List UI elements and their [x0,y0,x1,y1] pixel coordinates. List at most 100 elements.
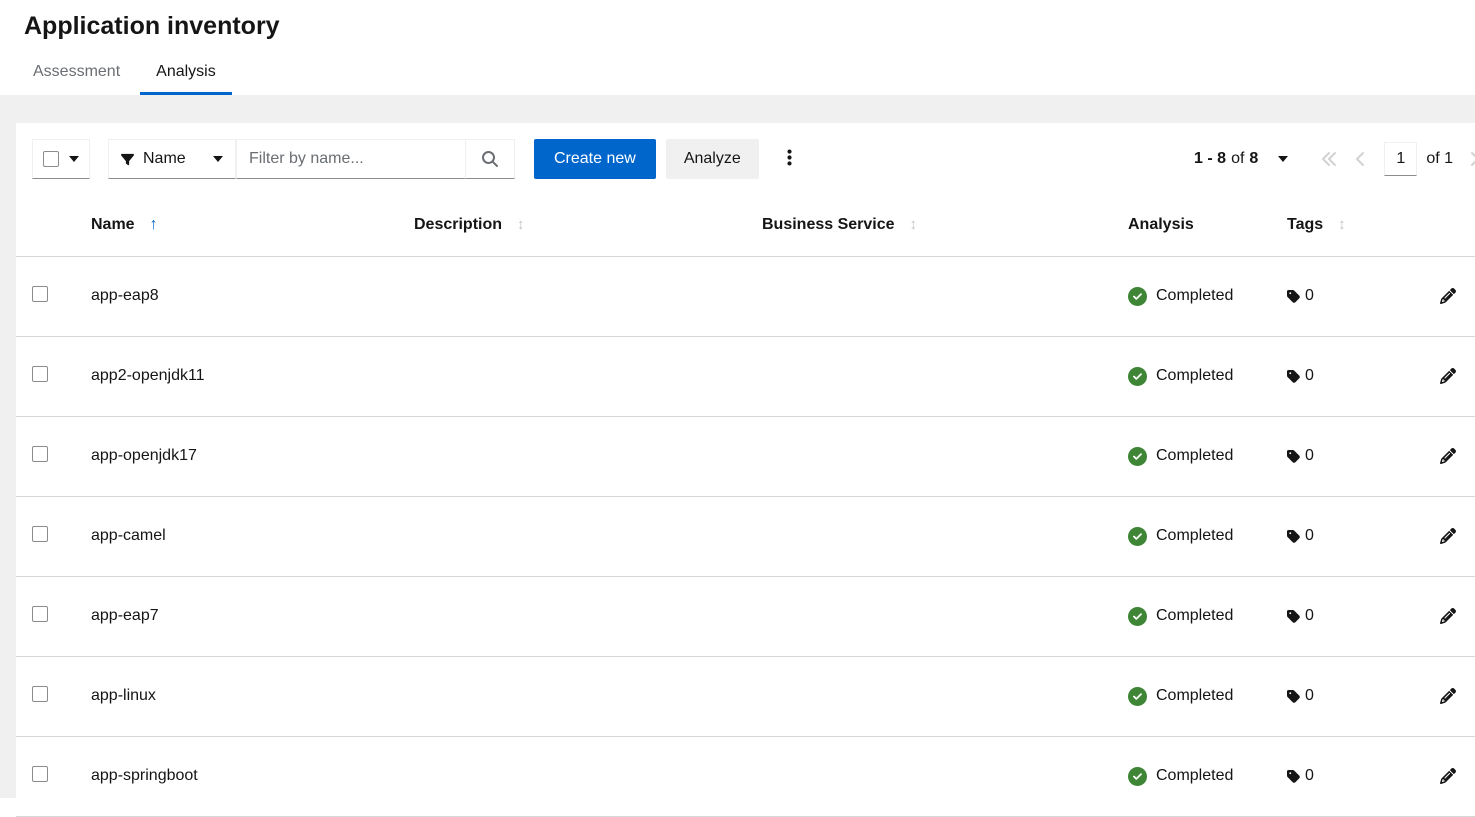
row-checkbox[interactable] [32,606,48,622]
column-header-name[interactable]: Name↑ [75,195,398,256]
application-business-service [746,576,1112,656]
edit-button[interactable] [1436,684,1460,708]
analysis-status-label: Completed [1156,767,1233,785]
edit-button[interactable] [1436,284,1460,308]
sortable-icon: ↕ [1338,216,1346,233]
previous-page-button[interactable] [1346,143,1374,175]
tab-analysis[interactable]: Analysis [140,53,232,95]
pagination-total: 8 [1249,150,1258,168]
row-select-cell [16,416,75,496]
edit-button[interactable] [1436,764,1460,788]
actions-cell [1420,416,1475,496]
application-description [398,656,746,736]
table-body: app-eap8 Completed 0 [16,256,1475,816]
row-checkbox[interactable] [32,286,48,302]
actions-column-header [1420,195,1475,256]
pencil-icon [1440,608,1456,624]
filter-icon [121,153,134,166]
table-row: app-openjdk17 Completed 0 [16,416,1475,496]
row-select-cell [16,656,75,736]
row-checkbox[interactable] [32,446,48,462]
next-page-button[interactable] [1461,143,1475,175]
applications-table: Name↑ Description↕ Business Service↕ Ana… [16,195,1475,817]
check-circle-icon [1128,527,1147,546]
tag-icon [1287,449,1302,464]
row-select-cell [16,576,75,656]
pencil-icon [1440,368,1456,384]
table-row: app-camel Completed 0 [16,496,1475,576]
row-checkbox[interactable] [32,366,48,382]
table-row: app-springboot Completed 0 [16,736,1475,816]
application-business-service [746,736,1112,816]
analyze-button[interactable]: Analyze [666,139,759,179]
application-business-service [746,656,1112,736]
actions-cell [1420,256,1475,336]
check-circle-icon [1128,447,1147,466]
filter-category-dropdown[interactable]: Name [108,139,236,179]
sortable-icon: ↕ [517,216,525,233]
application-name[interactable]: app-openjdk17 [75,416,398,496]
kebab-icon [787,148,792,167]
actions-cell [1420,576,1475,656]
select-column-header [16,195,75,256]
analysis-status-label: Completed [1156,447,1233,465]
tag-icon [1287,689,1302,704]
first-page-button[interactable] [1312,143,1346,175]
column-header-tags[interactable]: Tags↕ [1271,195,1420,256]
search-button[interactable] [466,139,515,179]
bulk-select-toggle[interactable] [32,139,90,179]
application-name[interactable]: app-linux [75,656,398,736]
row-select-cell [16,496,75,576]
row-select-cell [16,256,75,336]
analysis-status-label: Completed [1156,687,1233,705]
tab-assessment[interactable]: Assessment [17,53,136,95]
edit-button[interactable] [1436,444,1460,468]
filter-input[interactable] [236,139,466,179]
tag-icon [1287,529,1302,544]
check-circle-icon [1128,687,1147,706]
bulk-select-checkbox[interactable] [43,151,59,167]
application-business-service [746,256,1112,336]
search-icon [482,151,498,167]
application-name[interactable]: app-eap8 [75,256,398,336]
analysis-status-label: Completed [1156,287,1233,305]
filter-category-label: Name [143,150,186,168]
tags-cell: 0 [1271,336,1420,416]
pencil-icon [1440,288,1456,304]
application-name[interactable]: app2-openjdk11 [75,336,398,416]
application-description [398,576,746,656]
edit-button[interactable] [1436,524,1460,548]
kebab-menu-button[interactable] [771,140,808,178]
edit-button[interactable] [1436,604,1460,628]
pagination-menu-toggle[interactable]: 1 - 8 of 8 [1188,150,1294,168]
pagination-range: 1 - 8 [1194,150,1226,168]
analysis-status-cell: Completed [1112,256,1271,336]
column-header-business-service[interactable]: Business Service↕ [746,195,1112,256]
row-checkbox[interactable] [32,766,48,782]
pencil-icon [1440,688,1456,704]
pencil-icon [1440,448,1456,464]
tag-icon [1287,609,1302,624]
application-business-service [746,336,1112,416]
create-new-button[interactable]: Create new [534,139,656,179]
tag-count: 0 [1305,287,1314,305]
application-name[interactable]: app-eap7 [75,576,398,656]
column-header-description[interactable]: Description↕ [398,195,746,256]
analysis-status-label: Completed [1156,527,1233,545]
table-row: app2-openjdk11 Completed 0 [16,336,1475,416]
table-row: app-eap8 Completed 0 [16,256,1475,336]
application-name[interactable]: app-camel [75,496,398,576]
application-name[interactable]: app-springboot [75,736,398,816]
tag-count: 0 [1305,447,1314,465]
page-title: Application inventory [24,12,1451,41]
application-business-service [746,416,1112,496]
row-checkbox[interactable] [32,526,48,542]
current-page-input[interactable] [1384,142,1417,176]
analysis-status-cell: Completed [1112,736,1271,816]
edit-button[interactable] [1436,364,1460,388]
angle-double-left-icon [1321,151,1337,167]
application-description [398,256,746,336]
page-body: Name Create new Analyze 1 - [0,95,1475,798]
row-checkbox[interactable] [32,686,48,702]
pencil-icon [1440,528,1456,544]
